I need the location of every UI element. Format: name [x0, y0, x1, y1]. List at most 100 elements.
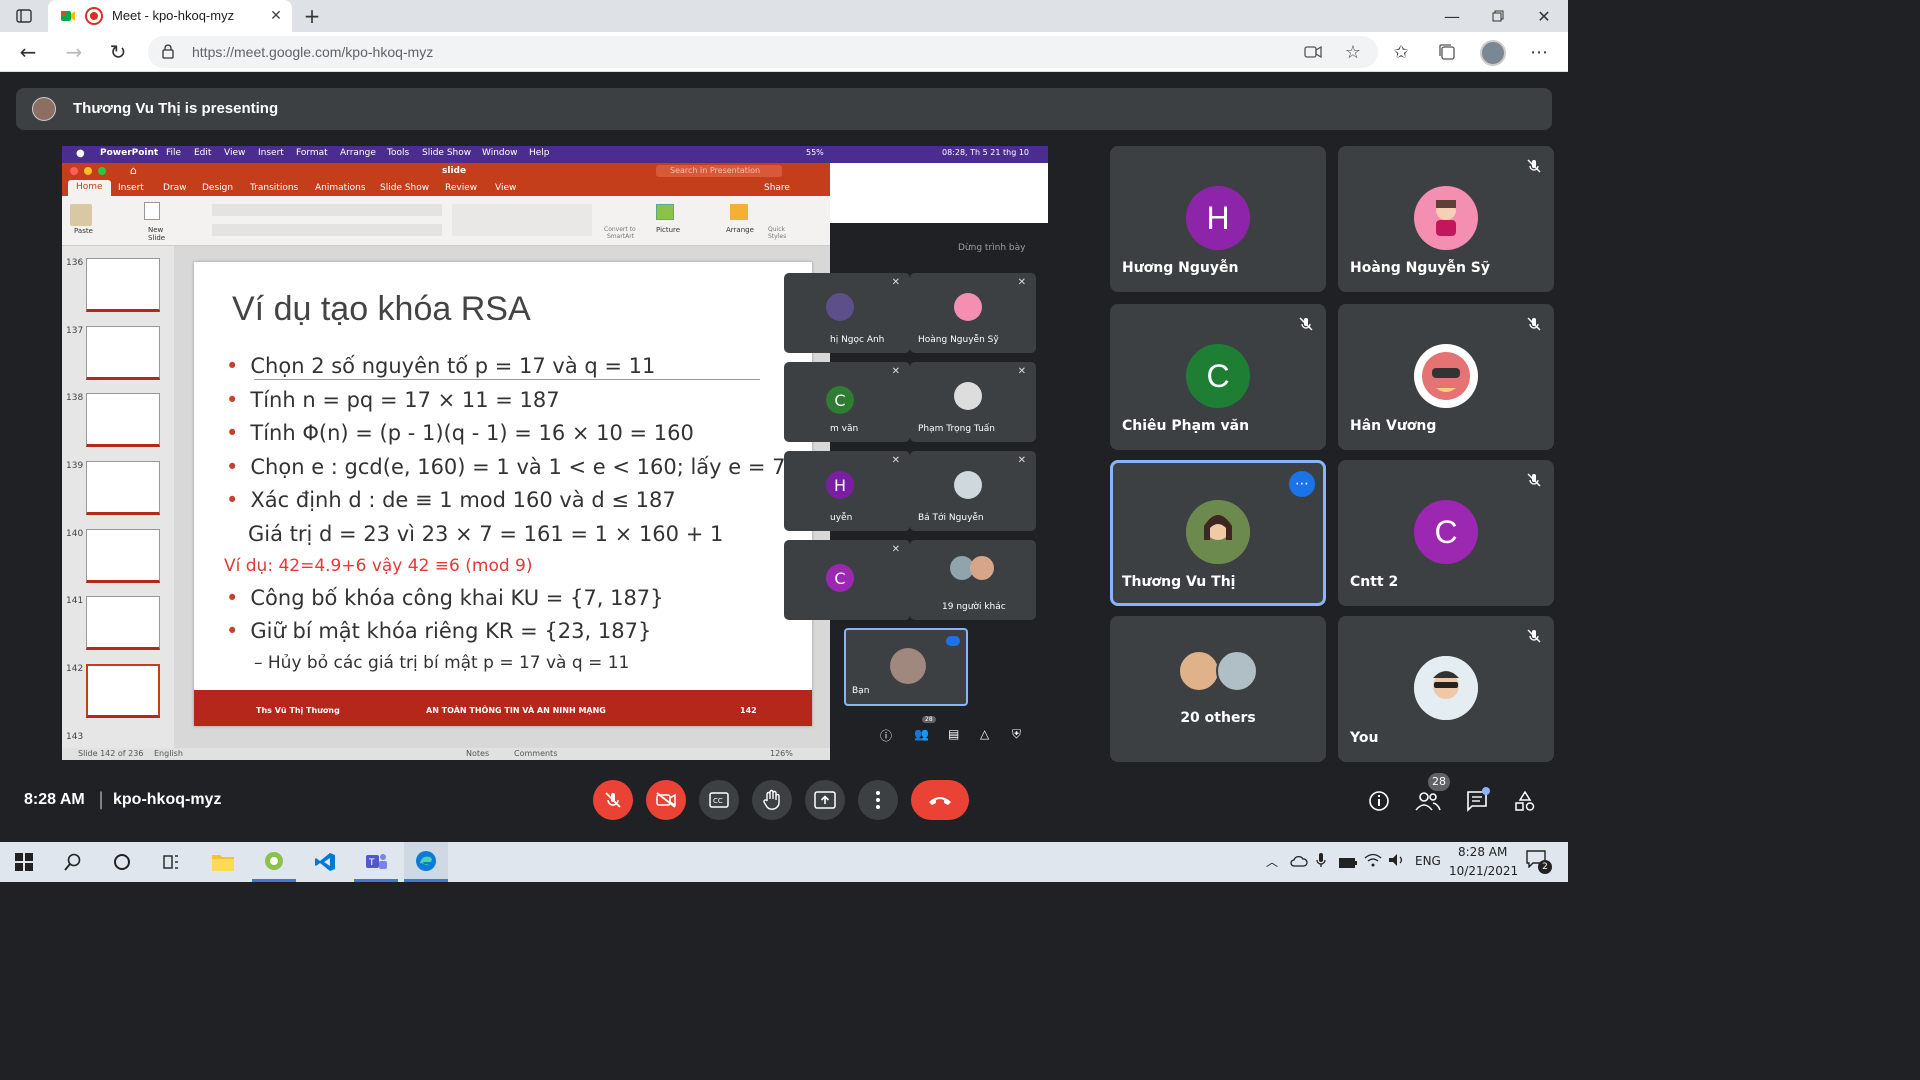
- menu-edit[interactable]: Edit: [194, 148, 211, 158]
- participant-tile[interactable]: C Cntt 2: [1338, 460, 1554, 606]
- ppt-status-bar: Slide 142 of 236 English Notes Comments …: [62, 748, 830, 760]
- microphone-icon[interactable]: [1316, 852, 1328, 868]
- menu-insert[interactable]: Insert: [258, 148, 284, 158]
- slide-thumbnail[interactable]: [86, 393, 160, 447]
- address-bar[interactable]: https://meet.google.com/kpo-hkoq-myz: [148, 36, 1378, 68]
- cortana-button[interactable]: [100, 842, 144, 882]
- ppt-tab-animations[interactable]: Animations: [315, 183, 366, 193]
- participant-tile[interactable]: Hoàng Nguyễn Sỹ: [1338, 146, 1554, 292]
- mic-toggle-button[interactable]: [593, 780, 633, 820]
- menu-help[interactable]: Help: [529, 148, 550, 158]
- more-menu-icon[interactable]: ⋯: [1528, 42, 1550, 63]
- menu-format[interactable]: Format: [296, 148, 328, 158]
- slide-thumbnail[interactable]: [86, 461, 160, 515]
- onedrive-icon[interactable]: [1290, 852, 1308, 867]
- task-view-button[interactable]: [149, 842, 193, 882]
- minimize-icon[interactable]: —: [1440, 6, 1464, 26]
- ppt-tab-view[interactable]: View: [495, 183, 516, 193]
- arrange-icon[interactable]: [730, 204, 748, 220]
- self-tile[interactable]: You: [1338, 616, 1554, 762]
- ppt-tab-draw[interactable]: Draw: [163, 183, 187, 193]
- ppt-tab-transitions[interactable]: Transitions: [250, 183, 298, 193]
- others-tile[interactable]: 20 others: [1110, 616, 1326, 762]
- activities-button[interactable]: [1512, 788, 1538, 814]
- ppt-tab-review[interactable]: Review: [445, 183, 477, 193]
- new-slide-icon[interactable]: [144, 202, 160, 220]
- close-tab-icon[interactable]: ✕: [266, 6, 286, 26]
- avatar: C: [1414, 500, 1478, 564]
- participant-tile[interactable]: H Hương Nguyễn: [1110, 146, 1326, 292]
- paragraph-controls[interactable]: [452, 204, 592, 236]
- mac-minimize-icon[interactable]: [84, 167, 92, 175]
- new-tab-icon[interactable]: +: [300, 4, 324, 28]
- wifi-icon[interactable]: [1364, 852, 1382, 868]
- forward-icon[interactable]: →: [62, 40, 86, 64]
- menu-slideshow[interactable]: Slide Show: [422, 148, 471, 158]
- menu-file[interactable]: File: [166, 148, 181, 158]
- taskbar-file-explorer[interactable]: [201, 842, 245, 882]
- captions-button[interactable]: CC: [699, 780, 739, 820]
- volume-icon[interactable]: [1388, 852, 1406, 868]
- paste-icon[interactable]: [70, 204, 92, 226]
- clock-date[interactable]: 10/21/2021: [1449, 864, 1518, 878]
- slide-thumbnail[interactable]: [86, 258, 160, 312]
- profile-avatar[interactable]: [1480, 40, 1506, 66]
- search-button[interactable]: [51, 842, 95, 882]
- camera-toggle-button[interactable]: [646, 780, 686, 820]
- favorites-icon[interactable]: ✩: [1390, 42, 1412, 63]
- leave-call-button[interactable]: [911, 780, 969, 820]
- font-controls[interactable]: [212, 204, 442, 216]
- ppt-tab-slideshow[interactable]: Slide Show: [380, 183, 429, 193]
- start-button[interactable]: [2, 842, 46, 882]
- back-icon[interactable]: ←: [16, 40, 40, 64]
- menu-arrange[interactable]: Arrange: [340, 148, 376, 158]
- ppt-tab-design[interactable]: Design: [202, 183, 233, 193]
- present-button[interactable]: [805, 780, 845, 820]
- taskbar-app-green[interactable]: [252, 842, 296, 882]
- people-button[interactable]: [1414, 788, 1442, 814]
- ppt-tab-home[interactable]: Home: [68, 180, 111, 196]
- show-hidden-icons[interactable]: ︿: [1266, 853, 1278, 870]
- browser-tab[interactable]: Meet - kpo-hkoq-myz ✕: [48, 0, 292, 32]
- picture-icon[interactable]: [656, 204, 674, 220]
- maximize-icon[interactable]: [1486, 6, 1510, 26]
- ppt-search[interactable]: Search in Presentation: [656, 165, 782, 177]
- menu-view[interactable]: View: [224, 148, 245, 158]
- more-options-button[interactable]: [858, 780, 898, 820]
- ppt-ribbon: Paste New Slide Convert to SmartArt Pict…: [62, 196, 830, 246]
- slide-thumbnail[interactable]: [86, 596, 160, 650]
- comments-button[interactable]: Comments: [514, 749, 557, 758]
- ppt-tab-insert[interactable]: Insert: [118, 183, 144, 193]
- input-language[interactable]: ENG: [1415, 854, 1441, 868]
- separator: |: [98, 789, 105, 810]
- taskbar-vscode[interactable]: [303, 842, 347, 882]
- add-favorite-icon[interactable]: ☆: [1342, 42, 1364, 63]
- inner-tile-name: 19 người khác: [942, 602, 1006, 612]
- slide-thumbnail[interactable]: [86, 529, 160, 583]
- battery-icon[interactable]: [1338, 854, 1358, 868]
- ppt-share-button[interactable]: Share: [764, 183, 790, 193]
- participant-tile[interactable]: Hân Vương: [1338, 304, 1554, 450]
- camera-indicator-icon[interactable]: [1302, 42, 1324, 62]
- raise-hand-button[interactable]: [752, 780, 792, 820]
- notes-button[interactable]: Notes: [466, 749, 489, 758]
- clock-time[interactable]: 8:28 AM: [1458, 845, 1507, 859]
- font-format-controls[interactable]: [212, 224, 442, 236]
- reload-icon[interactable]: ↻: [106, 40, 130, 64]
- participant-tile[interactable]: C Chiêu Phạm văn: [1110, 304, 1326, 450]
- home-icon[interactable]: ⌂: [130, 164, 137, 177]
- slide-thumbnail-selected[interactable]: [86, 664, 160, 718]
- menu-window[interactable]: Window: [482, 148, 518, 158]
- taskbar-edge[interactable]: [404, 842, 448, 882]
- mac-close-icon[interactable]: [70, 167, 78, 175]
- taskbar-teams[interactable]: T: [354, 842, 398, 882]
- slide-thumbnail[interactable]: [86, 326, 160, 380]
- close-window-icon[interactable]: ✕: [1532, 6, 1556, 26]
- meeting-details-button[interactable]: [1366, 788, 1392, 814]
- menu-tools[interactable]: Tools: [387, 148, 409, 158]
- mac-zoom-icon[interactable]: [98, 167, 106, 175]
- more-options-icon[interactable]: ⋯: [1289, 471, 1315, 497]
- tab-actions-icon[interactable]: [12, 6, 36, 26]
- collections-icon[interactable]: [1436, 42, 1458, 62]
- participant-tile-presenter[interactable]: ⋯ Thương Vu Thị: [1110, 460, 1326, 606]
